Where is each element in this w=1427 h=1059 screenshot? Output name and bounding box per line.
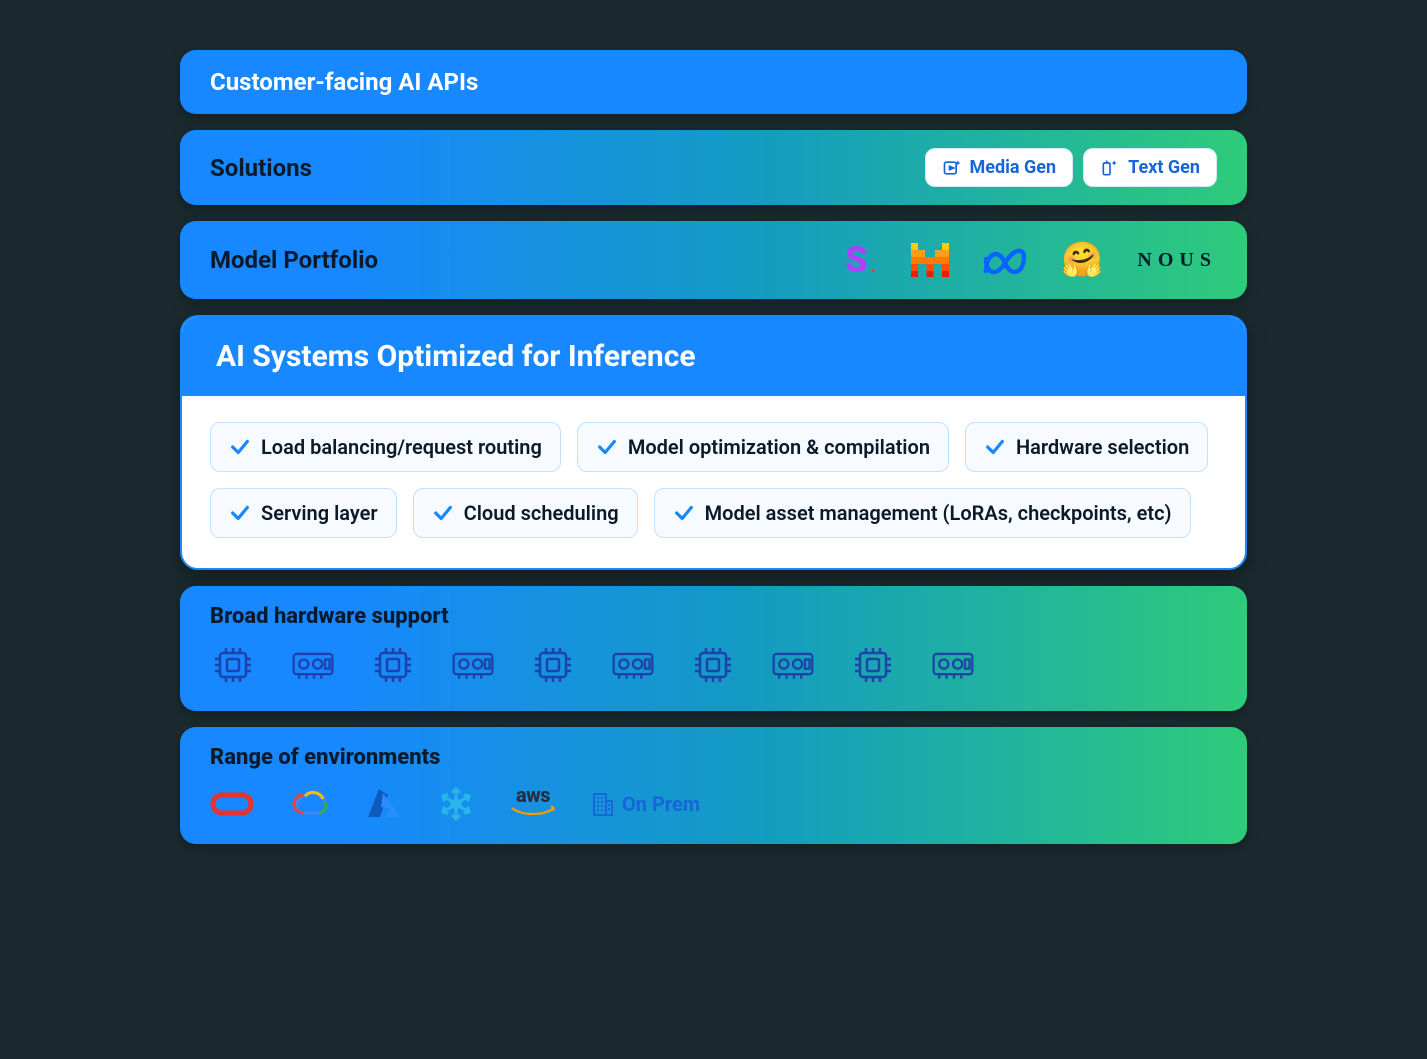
oracle-logo (210, 786, 254, 822)
feature-chip: Model optimization & compilation (577, 422, 949, 472)
gpu-chip-icon (930, 645, 976, 689)
meta-logo (983, 245, 1027, 275)
feature-chip: Load balancing/request routing (210, 422, 561, 472)
row-hardware: Broad hardware support (180, 586, 1247, 711)
cpu-chip-icon (210, 645, 256, 689)
check-icon (229, 502, 251, 524)
row-environments-title: Range of environments (210, 745, 1217, 770)
row-solutions: Solutions Media Gen Text Gen (180, 130, 1247, 205)
pill-media-gen-label: Media Gen (970, 157, 1057, 178)
feature-chip: Model asset management (LoRAs, checkpoin… (654, 488, 1191, 538)
feature-chip-label: Hardware selection (1016, 435, 1189, 459)
card-ai-systems-body: Load balancing/request routing Model opti… (182, 396, 1245, 568)
check-icon (673, 502, 695, 524)
aws-logo: aws (510, 786, 556, 822)
gpu-chip-icon (610, 645, 656, 689)
cpu-chip-icon (370, 645, 416, 689)
cpu-chip-icon (850, 645, 896, 689)
media-gen-icon (942, 158, 962, 178)
row-apis-title: Customer-facing AI APIs (210, 68, 478, 96)
card-ai-systems: AI Systems Optimized for Inference Load … (180, 315, 1247, 570)
row-portfolio-title: Model Portfolio (210, 246, 378, 274)
cpu-chip-icon (530, 645, 576, 689)
environments-row: aws On Prem (210, 786, 1217, 822)
portfolio-logos: S. 🤗 NOUS (845, 239, 1217, 281)
feature-chip-label: Model optimization & compilation (628, 435, 930, 459)
onprem-text: On Prem (622, 792, 700, 816)
row-solutions-title: Solutions (210, 154, 312, 182)
gcp-logo (290, 786, 330, 822)
gpu-chip-icon (450, 645, 496, 689)
gpu-chip-icon (290, 645, 336, 689)
mistral-logo (911, 243, 949, 277)
feature-chip: Serving layer (210, 488, 397, 538)
card-ai-systems-title: AI Systems Optimized for Inference (182, 317, 1245, 396)
feature-chip: Hardware selection (965, 422, 1208, 472)
azure-logo (366, 786, 402, 822)
building-icon (592, 791, 614, 817)
feature-chip-label: Serving layer (261, 501, 378, 525)
diagram-stack: Customer-facing AI APIs Solutions Media … (180, 50, 1247, 844)
onprem-label: On Prem (592, 791, 700, 817)
pill-media-gen: Media Gen (925, 148, 1074, 187)
check-icon (432, 502, 454, 524)
snowflake-logo (438, 786, 474, 822)
text-gen-icon (1100, 158, 1120, 178)
cpu-chip-icon (690, 645, 736, 689)
row-environments: Range of environments (180, 727, 1247, 844)
row-portfolio: Model Portfolio S. 🤗 NOUS (180, 221, 1247, 299)
check-icon (596, 436, 618, 458)
feature-chip-label: Cloud scheduling (464, 501, 619, 525)
gpu-chip-icon (770, 645, 816, 689)
check-icon (229, 436, 251, 458)
pill-text-gen: Text Gen (1083, 148, 1217, 187)
row-hardware-title: Broad hardware support (210, 604, 1217, 629)
stability-logo: S. (845, 239, 877, 281)
huggingface-logo: 🤗 (1061, 240, 1103, 280)
check-icon (984, 436, 1006, 458)
row-apis: Customer-facing AI APIs (180, 50, 1247, 114)
feature-chip-label: Model asset management (LoRAs, checkpoin… (705, 501, 1172, 525)
hardware-icons-row (210, 645, 1217, 689)
nous-logo: NOUS (1137, 249, 1217, 272)
feature-chip-label: Load balancing/request routing (261, 435, 542, 459)
pill-text-gen-label: Text Gen (1128, 157, 1200, 178)
feature-chip: Cloud scheduling (413, 488, 638, 538)
